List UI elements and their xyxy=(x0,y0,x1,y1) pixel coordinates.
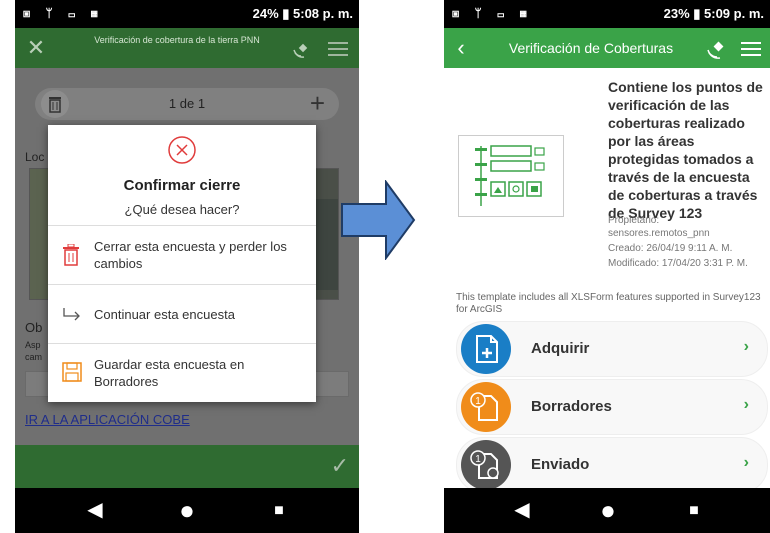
status-battery-time: 24% ▮ 5:08 p. m. xyxy=(252,6,353,21)
save-draft-option[interactable]: Guardar esta encuesta en Borradores xyxy=(48,344,316,402)
record-counter: 1 de 1 + xyxy=(35,88,339,120)
survey-description: Contiene los puntos de verificación de l… xyxy=(608,79,763,221)
observations-label: Ob xyxy=(25,320,43,335)
nav-recent-icon[interactable]: ■ xyxy=(664,488,724,533)
sent-icon: 1 xyxy=(461,440,511,490)
satellite-icon[interactable] xyxy=(287,28,317,68)
drafts-button[interactable]: 1 Borradores › xyxy=(456,379,768,435)
drafts-label: Borradores xyxy=(531,398,612,415)
close-circle-icon xyxy=(168,136,196,164)
menu-icon[interactable] xyxy=(736,28,766,68)
header-title: Verificación de cobertura de la tierra P… xyxy=(94,35,260,45)
form-footer: ✓ xyxy=(15,445,359,488)
status-battery-time: 23% ▮ 5:09 p. m. xyxy=(663,6,764,21)
header-title: Verificación de Coberturas xyxy=(508,40,674,56)
app-link[interactable]: IR A LA APLICACIÓN COBE xyxy=(25,412,190,427)
satellite-icon[interactable] xyxy=(702,28,732,68)
drafts-icon: 1 xyxy=(461,382,511,432)
field-label-cam: cam xyxy=(25,352,43,362)
status-bar: ▣ ᛘ ▭ ▦ 24% ▮ 5:08 p. m. xyxy=(15,0,359,28)
new-survey-icon xyxy=(461,324,511,374)
flow-arrow-icon xyxy=(341,180,416,260)
nav-back-icon[interactable]: ◀ xyxy=(492,488,552,533)
sent-badge: 1 xyxy=(475,454,481,465)
confirm-close-dialog: Confirmar cierre ¿Qué desea hacer? Cerra… xyxy=(48,125,316,402)
owner-label: Propietario: xyxy=(608,215,660,226)
android-nav-bar: ◀ ● ■ xyxy=(444,488,770,533)
sent-label: Enviado xyxy=(531,456,590,473)
close-icon[interactable]: ✕ xyxy=(21,28,51,68)
location-label: Loc xyxy=(25,150,45,164)
dialog-header: Confirmar cierre ¿Qué desea hacer? xyxy=(48,125,316,226)
save-icon xyxy=(62,362,82,382)
modified-date: Modificado: 17/04/20 3:31 P. M. xyxy=(608,258,748,269)
discard-option-label: Cerrar esta encuesta y perder los cambio… xyxy=(94,239,287,271)
survey-thumbnail xyxy=(458,135,564,217)
status-icons: ▣ ᛘ ▭ ▦ xyxy=(452,6,533,20)
created-date: Creado: 26/04/19 9:11 A. M. xyxy=(608,243,733,254)
nav-recent-icon[interactable]: ■ xyxy=(249,488,309,533)
nav-home-icon[interactable]: ● xyxy=(578,488,638,533)
continue-option[interactable]: Continuar esta encuesta xyxy=(48,285,316,344)
dialog-title: Confirmar cierre xyxy=(123,177,241,194)
aspect-label: Asp xyxy=(25,340,41,350)
sent-button[interactable]: 1 Enviado › xyxy=(456,437,768,493)
trash-icon xyxy=(63,244,79,266)
dialog-subtitle: ¿Qué desea hacer? xyxy=(124,202,240,217)
survey-metadata: Propietario: sensores.remotos_pnn Creado… xyxy=(608,214,768,270)
nav-home-icon[interactable]: ● xyxy=(157,488,217,533)
collect-button[interactable]: Adquirir › xyxy=(456,321,768,377)
chevron-right-icon: › xyxy=(743,338,749,355)
arrow-right-icon xyxy=(63,308,80,321)
owner-value: sensores.remotos_pnn xyxy=(608,228,710,239)
phone-screen-confirm-close: ▣ ᛘ ▭ ▦ 24% ▮ 5:08 p. m. ✕ Verificación … xyxy=(15,0,359,533)
app-header: ‹ Verificación de Coberturas xyxy=(444,28,770,68)
status-bar: ▣ ᛘ ▭ ▦ 23% ▮ 5:09 p. m. xyxy=(444,0,770,28)
submit-check-icon[interactable]: ✓ xyxy=(331,453,349,479)
discard-option[interactable]: Cerrar esta encuesta y perder los cambio… xyxy=(48,226,316,285)
chevron-right-icon: › xyxy=(743,396,749,413)
drafts-badge: 1 xyxy=(475,396,481,407)
collect-label: Adquirir xyxy=(531,340,590,357)
save-draft-option-label: Guardar esta encuesta en Borradores xyxy=(94,357,245,389)
continue-option-label: Continuar esta encuesta xyxy=(94,307,235,322)
status-icons: ▣ ᛘ ▭ ▦ xyxy=(23,6,104,20)
form-icon xyxy=(475,145,545,206)
app-header: ✕ Verificación de cobertura de la tierra… xyxy=(15,28,359,68)
add-icon[interactable]: + xyxy=(310,88,325,118)
menu-icon[interactable] xyxy=(323,28,353,68)
phone-screen-survey-home: ▣ ᛘ ▭ ▦ 23% ▮ 5:09 p. m. ‹ Verificación … xyxy=(444,0,770,533)
android-nav-bar: ◀ ● ■ xyxy=(15,488,359,533)
template-note: This template includes all XLSForm featu… xyxy=(456,292,761,315)
chevron-right-icon: › xyxy=(743,454,749,471)
back-icon[interactable]: ‹ xyxy=(448,28,474,68)
nav-back-icon[interactable]: ◀ xyxy=(65,488,125,533)
counter-text: 1 de 1 xyxy=(168,96,206,111)
